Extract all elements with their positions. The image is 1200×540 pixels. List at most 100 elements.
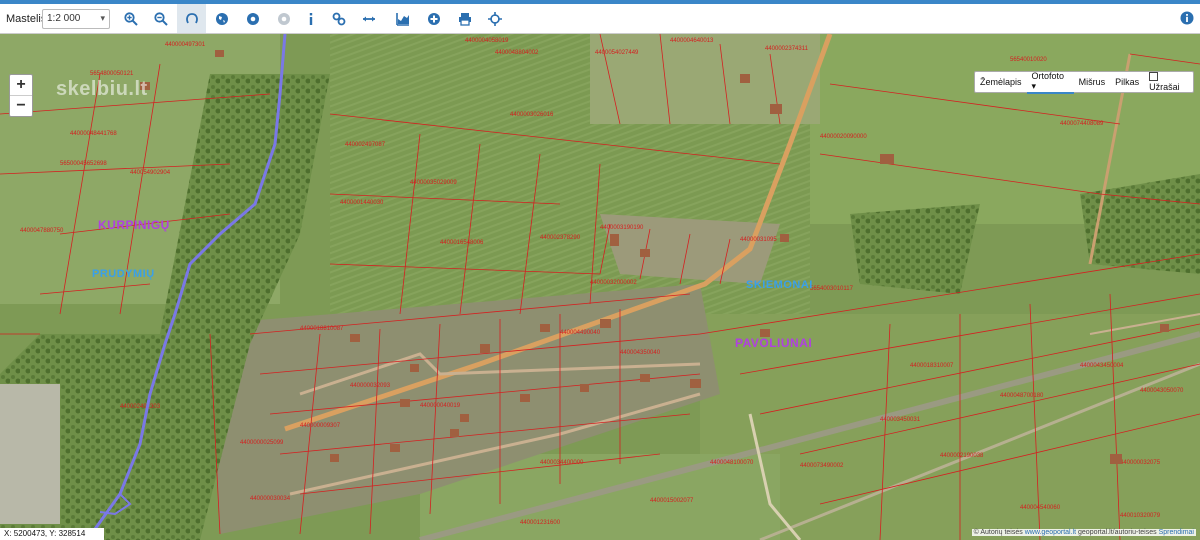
labels-toggle[interactable]: Užrašai (1144, 72, 1193, 92)
zoom-control: + − (9, 74, 33, 117)
svg-text:440004350040: 440004350040 (620, 350, 661, 356)
sprendimai-link[interactable]: Sprendimai (1159, 529, 1194, 536)
svg-text:44000020090000: 44000020090000 (820, 134, 867, 140)
svg-text:4400048100070: 4400048100070 (710, 460, 754, 466)
labels-toggle-label: Užrašai (1149, 82, 1180, 92)
info-circle-icon[interactable] (1180, 11, 1194, 25)
svg-text:440000009307: 440000009307 (300, 423, 341, 429)
svg-text:4400018810087: 4400018810087 (300, 326, 344, 332)
zoom-in-icon (123, 11, 138, 26)
chevron-down-icon: ▾ (100, 13, 105, 23)
svg-text:4400047880750: 4400047880750 (20, 228, 64, 234)
globe-icon (215, 12, 228, 25)
svg-text:4400015002077: 4400015002077 (650, 498, 694, 504)
forward-tool[interactable] (269, 4, 298, 33)
chevron-down-icon: ▾ (1031, 80, 1037, 91)
svg-text:440004490040: 440004490040 (560, 330, 601, 336)
info-tool[interactable] (296, 4, 325, 33)
svg-text:440000497301: 440000497301 (165, 42, 206, 48)
svg-text:4400048700180: 4400048700180 (1000, 393, 1044, 399)
svg-text:4400004058019: 4400004058019 (465, 38, 509, 44)
place-label: PRUDYMIŲ (92, 268, 155, 280)
geoportal-link[interactable]: www.geoportal.lt (1025, 529, 1076, 536)
watermark: skelbiu.lt (56, 78, 148, 100)
zoom-out-icon (153, 11, 168, 26)
link-icon (332, 12, 345, 25)
place-label: SKIEMONAI (746, 279, 813, 291)
svg-text:440010320079: 440010320079 (1120, 513, 1161, 519)
svg-text:440000030034: 440000030034 (250, 496, 291, 502)
svg-text:4400002190038: 4400002190038 (940, 453, 984, 459)
layer-zemelapis[interactable]: Žemėlapis (975, 77, 1027, 87)
svg-text:4400073490002: 4400073490002 (800, 463, 844, 469)
svg-text:440002378290: 440002378290 (540, 235, 581, 241)
svg-text:440000032075: 440000032075 (1120, 460, 1161, 466)
scale-select[interactable]: 1:2 000 ▾ (42, 9, 110, 29)
svg-text:5654003010117: 5654003010117 (810, 286, 854, 292)
credits-prefix: © Autorių teisės (973, 529, 1023, 536)
measure-icon (362, 16, 375, 21)
back-icon (246, 12, 259, 25)
measure-tool[interactable] (354, 4, 383, 33)
orthophoto-layer: 4400004058019 4400048804002 4400054027449… (0, 34, 1200, 540)
svg-text:4400043450004: 4400043450004 (1080, 363, 1124, 369)
scale-label: Mastelis (6, 13, 47, 25)
map-credits: © Autorių teisės www.geoportal.lt geopor… (971, 529, 1196, 536)
svg-text:4400018310007: 4400018310007 (910, 363, 954, 369)
svg-text:4400016548006: 4400016548006 (440, 240, 484, 246)
layer-ortofoto-label: Ortofoto (1031, 70, 1065, 81)
svg-text:440002497087: 440002497087 (345, 142, 386, 148)
svg-text:4400004640013: 4400004640013 (670, 38, 714, 44)
svg-text:4400048804002: 4400048804002 (495, 50, 539, 56)
svg-text:440000032093: 440000032093 (350, 383, 391, 389)
svg-text:5654800050121: 5654800050121 (90, 71, 134, 77)
svg-text:44000035029009: 44000035029009 (410, 180, 457, 186)
svg-text:440002491303: 440002491303 (120, 404, 161, 410)
map-canvas[interactable]: 4400004058019 4400048804002 4400054027449… (0, 34, 1200, 540)
print-tool[interactable] (450, 4, 479, 33)
layer-misrus[interactable]: Mišrus (1074, 77, 1111, 87)
zoom-out-tool[interactable] (146, 4, 175, 33)
place-label: PAVOLIUNAI (735, 336, 813, 350)
print-icon (458, 12, 471, 26)
layer-ortofoto[interactable]: Ortofoto ▾ (1026, 70, 1074, 94)
layer-switcher: Žemėlapis Ortofoto ▾ Mišrus Pilkas Užraš… (974, 70, 1194, 94)
svg-text:4400002374311: 4400002374311 (765, 46, 809, 52)
link-tool[interactable] (324, 4, 353, 33)
svg-text:440054902904: 440054902904 (130, 170, 171, 176)
globe-tool[interactable] (207, 4, 236, 33)
svg-text:4400054027449: 4400054027449 (595, 50, 639, 56)
svg-text:56500045652698: 56500045652698 (60, 161, 107, 167)
svg-text:44000031095: 44000031095 (740, 237, 777, 243)
crosshair-icon (487, 11, 502, 26)
coordinate-readout: X: 5200473, Y: 328514 (0, 528, 104, 540)
crosshair-tool[interactable] (480, 4, 509, 33)
svg-text:4400074408089: 4400074408089 (1060, 121, 1104, 127)
svg-text:56540010020: 56540010020 (1010, 57, 1047, 63)
zoom-out-button[interactable]: − (10, 95, 32, 116)
svg-text:4400003190190: 4400003190190 (600, 225, 644, 231)
svg-text:4400043050070: 4400043050070 (1140, 388, 1184, 394)
back-tool[interactable] (238, 4, 267, 33)
svg-text:44000048441768: 44000048441768 (70, 131, 117, 137)
profile-chart-icon (395, 12, 409, 26)
svg-text:440003450031: 440003450031 (880, 417, 921, 423)
svg-text:440000040019: 440000040019 (420, 403, 461, 409)
svg-text:4400001440030: 4400001440030 (340, 200, 384, 206)
credits-separator: geoportal.lt/autoriu-teises (1078, 529, 1157, 536)
layer-pilkas[interactable]: Pilkas (1110, 77, 1144, 87)
svg-text:440004540060: 440004540060 (1020, 505, 1061, 511)
svg-text:4400003026016: 4400003026016 (510, 112, 554, 118)
map-toolbar: Mastelis 1:2 000 ▾ (0, 4, 1200, 34)
checkbox-icon (1149, 72, 1159, 81)
svg-text:4400000025099: 4400000025099 (240, 440, 284, 446)
add-tool[interactable] (419, 4, 448, 33)
forward-icon (277, 12, 290, 25)
scale-value: 1:2 000 (47, 13, 81, 24)
lasso-tool[interactable] (177, 4, 206, 33)
svg-text:440001231600: 440001231600 (520, 520, 561, 526)
zoom-in-tool[interactable] (116, 4, 145, 33)
profile-chart-tool[interactable] (388, 4, 417, 33)
zoom-in-button[interactable]: + (10, 75, 32, 95)
add-circle-icon (427, 12, 440, 25)
